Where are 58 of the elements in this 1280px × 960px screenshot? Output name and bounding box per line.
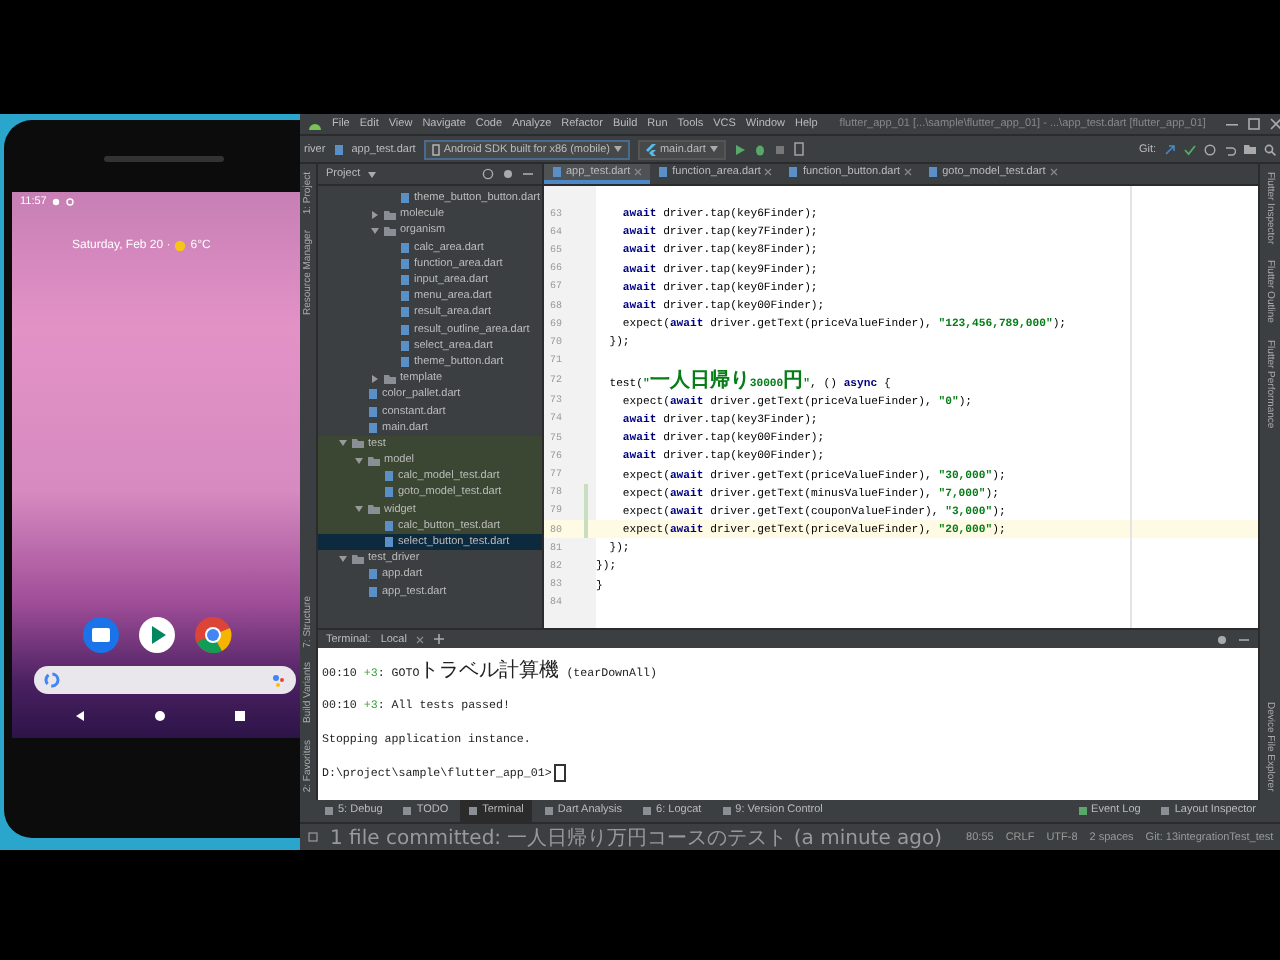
arrow-icon[interactable] (1164, 143, 1176, 155)
caret-icon (368, 171, 377, 177)
caret-icon[interactable] (370, 373, 380, 384)
search-icon[interactable] (1264, 143, 1276, 155)
tool-window-icon (402, 806, 413, 816)
tool-window-icon (1160, 806, 1171, 816)
search-bar[interactable] (34, 666, 296, 694)
plus-icon[interactable] (434, 634, 445, 644)
phone-speaker (104, 156, 224, 162)
caret-icon (613, 146, 622, 152)
tool-window-icon (1077, 806, 1088, 816)
close-icon[interactable] (1269, 118, 1280, 130)
minimize-icon[interactable] (1225, 118, 1238, 130)
caret-icon[interactable] (354, 455, 364, 466)
tool-window-icon (721, 806, 732, 816)
file-icon (658, 166, 669, 178)
chat-app-icon[interactable] (81, 616, 119, 654)
run-icon[interactable] (733, 143, 746, 155)
folder-icon[interactable] (1244, 144, 1256, 154)
sun-icon (174, 240, 187, 252)
tool-window-icon (642, 806, 653, 816)
back-icon[interactable] (74, 710, 86, 722)
tool-window-icon (543, 806, 554, 816)
square-icon (308, 832, 318, 842)
phone-icon (431, 143, 440, 155)
status-message: 1 file committed: 一人日帰り万円コースのテスト (a minute ago) (330, 825, 943, 851)
caret-icon[interactable] (370, 225, 380, 236)
caret-icon[interactable] (338, 553, 348, 564)
minimize-icon[interactable] (522, 168, 534, 180)
browser-icon[interactable] (193, 616, 231, 654)
mic-dots-icon (272, 673, 286, 687)
file-icon (928, 166, 939, 178)
undo-icon[interactable] (1224, 143, 1236, 155)
maximize-icon[interactable] (1247, 118, 1260, 130)
folder-icon (384, 373, 396, 384)
close-icon[interactable] (416, 635, 425, 643)
caret-icon (709, 146, 718, 152)
caret-icon[interactable] (370, 209, 380, 220)
check-icon[interactable] (1184, 143, 1196, 155)
home-icon[interactable] (154, 710, 166, 722)
tool-window-icon (468, 806, 479, 816)
target-icon (66, 198, 75, 206)
stop-icon[interactable] (773, 143, 786, 155)
file-icon (552, 166, 562, 178)
file-icon (400, 192, 410, 205)
close-icon[interactable] (904, 168, 913, 176)
close-icon[interactable] (634, 168, 643, 176)
close-icon[interactable] (1049, 168, 1058, 176)
caret-icon[interactable] (338, 438, 348, 449)
close-icon[interactable] (764, 168, 773, 176)
recents-icon[interactable] (234, 710, 246, 722)
caret-icon[interactable] (354, 504, 364, 515)
target-icon[interactable] (482, 168, 494, 180)
file-icon (333, 143, 344, 155)
device-icon[interactable] (793, 142, 804, 156)
tool-window-icon (324, 806, 334, 816)
file-icon (788, 166, 799, 178)
minimize-icon[interactable] (1238, 633, 1250, 645)
